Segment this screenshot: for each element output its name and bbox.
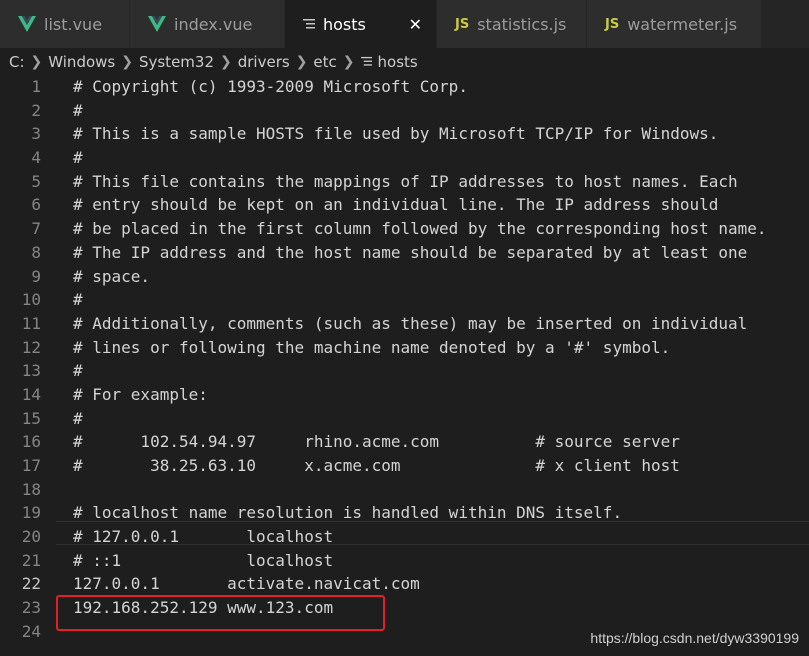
current-line-indicator [56, 521, 809, 545]
tab-label: list.vue [44, 14, 103, 34]
tab-label: watermeter.js [627, 14, 738, 34]
line-number: 3 [31, 124, 41, 144]
line-number: 14 [21, 384, 41, 404]
breadcrumb-item-drive[interactable]: C: [9, 53, 25, 71]
line-number: 1 [31, 77, 41, 96]
code-line[interactable]: 7 # be placed in the first column followe… [0, 217, 809, 241]
line-text[interactable]: # 38.25.63.10 x.acme.com # x client host [41, 454, 680, 478]
line-text[interactable]: # Additionally, comments (such as these)… [41, 312, 747, 336]
breadcrumb: C: ❯ Windows ❯ System32 ❯ drivers ❯ etc … [0, 48, 809, 75]
line-number: 17 [21, 456, 41, 475]
line-text[interactable]: # This is a sample HOSTS file used by Mi… [41, 122, 718, 146]
code-line[interactable]: 13 # [0, 359, 809, 383]
line-number: 5 [31, 171, 41, 191]
line-text[interactable]: # Copyright (c) 1993-2009 Microsoft Corp… [41, 75, 468, 99]
tab-bar: list.vue index.vue hosts ✕ JS statistics… [0, 0, 809, 48]
chevron-right-icon: ❯ [121, 53, 133, 70]
code-line[interactable]: 22 127.0.0.1 activate.navicat.com [0, 572, 809, 597]
tab-index-vue[interactable]: index.vue [130, 0, 285, 48]
line-number: 7 [31, 219, 41, 239]
annotation-highlight-box [56, 595, 385, 631]
line-number: 16 [21, 432, 41, 452]
code-line[interactable]: 18 [0, 478, 809, 502]
code-line[interactable]: 11 # Additionally, comments (such as thes… [0, 312, 809, 336]
code-line[interactable]: 12 # lines or following the machine name … [0, 336, 809, 360]
line-number: 8 [31, 242, 41, 262]
line-text[interactable]: # For example: [41, 383, 208, 407]
code-line[interactable]: 2 # [0, 99, 809, 123]
code-editor[interactable]: 1 # Copyright (c) 1993-2009 Microsoft Cor… [0, 75, 809, 656]
line-number: 24 [21, 621, 41, 641]
line-number: 2 [31, 100, 41, 120]
code-line[interactable]: 8 # The IP address and the host name shou… [0, 241, 809, 265]
watermark: https://blog.csdn.net/dyw3390199 [590, 630, 799, 646]
chevron-right-icon: ❯ [295, 53, 308, 70]
line-text[interactable]: # space. [41, 265, 150, 289]
line-text[interactable]: # [41, 407, 83, 431]
breadcrumb-item-hosts[interactable]: hosts [378, 53, 418, 71]
chevron-right-icon: ❯ [342, 53, 355, 70]
line-number: 10 [21, 290, 41, 310]
line-number: 19 [21, 503, 41, 523]
line-number: 12 [21, 337, 41, 357]
line-text[interactable]: # [41, 146, 83, 170]
js-icon: JS [455, 16, 470, 32]
line-text[interactable]: # lines or following the machine name de… [41, 336, 670, 360]
code-line[interactable]: 9 # space. [0, 265, 809, 289]
line-number: 20 [21, 527, 41, 547]
line-text[interactable]: # ::1 localhost [41, 549, 333, 573]
line-text[interactable]: # 102.54.94.97 rhino.acme.com # source s… [41, 430, 680, 454]
vue-icon [148, 16, 166, 32]
tab-label: statistics.js [477, 14, 567, 34]
js-icon: JS [605, 16, 620, 32]
code-line[interactable]: 10 # [0, 288, 809, 312]
line-text[interactable] [41, 478, 73, 502]
breadcrumb-item-drivers[interactable]: drivers [238, 53, 290, 71]
tab-label: index.vue [174, 14, 253, 34]
code-line[interactable]: 4 # [0, 146, 809, 170]
tab-list-vue[interactable]: list.vue [0, 0, 130, 48]
line-number: 9 [31, 266, 41, 286]
line-number: 23 [21, 598, 41, 618]
tab-statistics-js[interactable]: JS statistics.js [437, 0, 587, 48]
file-lines-icon [303, 19, 315, 29]
tab-hosts[interactable]: hosts ✕ [285, 0, 437, 48]
line-text[interactable]: # entry should be kept on an individual … [41, 193, 718, 217]
breadcrumb-item-etc[interactable]: etc [313, 53, 336, 71]
line-number: 11 [21, 313, 41, 333]
close-icon[interactable]: ✕ [409, 15, 422, 34]
vue-icon [18, 16, 36, 32]
breadcrumb-item-windows[interactable]: Windows [48, 53, 115, 71]
line-text[interactable]: # [41, 288, 83, 312]
code-line[interactable]: 14 # For example: [0, 383, 809, 407]
line-number: 18 [21, 479, 41, 499]
line-number: 6 [31, 195, 41, 215]
line-number: 22 [21, 574, 41, 594]
chevron-right-icon: ❯ [30, 53, 43, 70]
line-text[interactable]: # This file contains the mappings of IP … [41, 170, 738, 194]
code-line[interactable]: 5 # This file contains the mappings of IP… [0, 170, 809, 194]
tab-label: hosts [323, 14, 366, 34]
line-text[interactable]: # [41, 99, 83, 123]
line-number: 21 [21, 550, 41, 570]
code-line[interactable]: 3 # This is a sample HOSTS file used by M… [0, 122, 809, 146]
code-line[interactable]: 16 # 102.54.94.97 rhino.acme.com # source… [0, 430, 809, 454]
line-number: 4 [31, 148, 41, 168]
breadcrumb-item-system32[interactable]: System32 [139, 53, 214, 71]
line-text[interactable]: # The IP address and the host name shoul… [41, 241, 747, 265]
code-line[interactable]: 17 # 38.25.63.10 x.acme.com # x client ho… [0, 454, 809, 478]
code-line[interactable]: 15 # [0, 407, 809, 431]
line-number: 13 [21, 361, 41, 381]
line-text[interactable]: # [41, 359, 83, 383]
code-line[interactable]: 6 # entry should be kept on an individual… [0, 193, 809, 217]
chevron-right-icon: ❯ [220, 53, 232, 70]
line-number: 15 [21, 408, 41, 428]
code-line[interactable]: 1 # Copyright (c) 1993-2009 Microsoft Cor… [0, 75, 809, 99]
file-lines-icon [360, 56, 372, 66]
code-line[interactable]: 21 # ::1 localhost [0, 549, 809, 573]
line-text[interactable]: # be placed in the first column followed… [41, 217, 767, 241]
line-text[interactable]: 127.0.0.1 activate.navicat.com [41, 572, 420, 596]
tab-watermeter-js[interactable]: JS watermeter.js [587, 0, 762, 48]
